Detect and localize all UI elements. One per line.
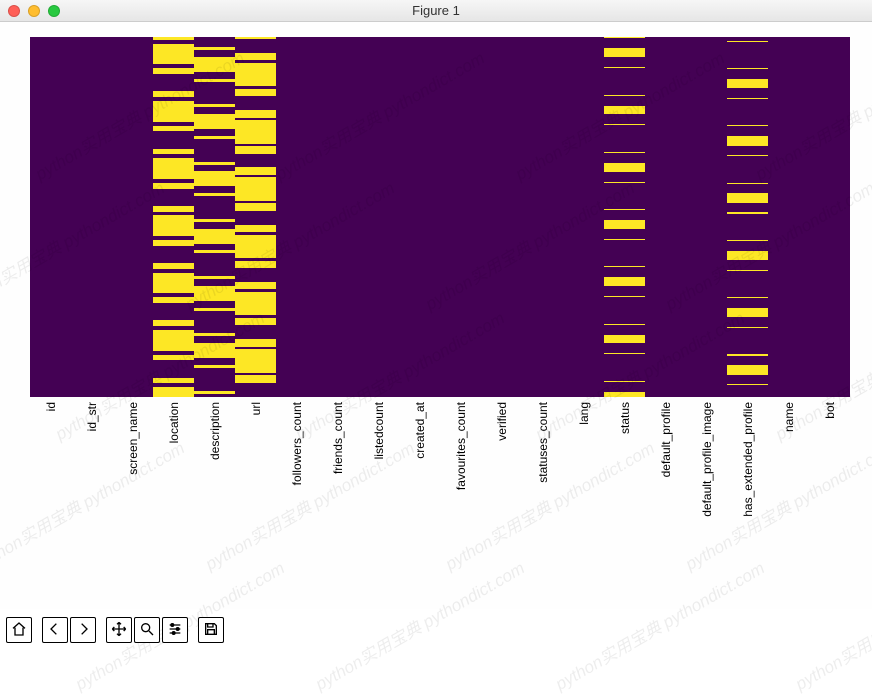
x-tick-label: id_str: [85, 402, 99, 431]
watermark-text: python实用宝典 pythondict.com: [310, 554, 529, 695]
figure-canvas: id id_str screen_name location description ur…: [0, 22, 872, 609]
x-tick-label: has_extended_profile: [741, 402, 755, 517]
x-tick-label: name: [782, 402, 796, 432]
heatmap-plot: [30, 37, 850, 397]
sliders-icon: [167, 621, 183, 640]
zoom-icon: [139, 621, 155, 640]
zoom-button[interactable]: [134, 617, 160, 643]
arrow-left-icon: [47, 621, 63, 640]
x-tick-label: listedcount: [372, 402, 386, 459]
home-button[interactable]: [6, 617, 32, 643]
x-tick-label: followers_count: [290, 402, 304, 485]
save-button[interactable]: [198, 617, 224, 643]
x-tick-label: created_at: [413, 402, 427, 459]
home-icon: [11, 621, 27, 640]
watermark-text: python实用宝典 pythondict.com: [790, 554, 872, 695]
pan-button[interactable]: [106, 617, 132, 643]
x-tick-label: friends_count: [331, 402, 345, 474]
x-tick-label: verified: [495, 402, 509, 441]
traffic-lights: [8, 5, 60, 17]
window-titlebar: Figure 1: [0, 0, 872, 22]
close-button[interactable]: [8, 5, 20, 17]
x-tick-label: statuses_count: [536, 402, 550, 483]
save-icon: [203, 621, 219, 640]
x-tick-label: default_profile_image: [700, 402, 714, 517]
heatmap-row: [30, 396, 850, 397]
x-tick-label: url: [249, 402, 263, 415]
x-tick-label: lang: [577, 402, 591, 425]
x-tick-label: favourites_count: [454, 402, 468, 490]
x-tick-label: default_profile: [659, 402, 673, 477]
x-tick-label: location: [167, 402, 181, 443]
matplotlib-toolbar: [6, 617, 224, 643]
forward-button[interactable]: [70, 617, 96, 643]
back-button[interactable]: [42, 617, 68, 643]
x-tick-labels: id id_str screen_name location description ur…: [30, 402, 850, 552]
maximize-button[interactable]: [48, 5, 60, 17]
watermark-text: python实用宝典 pythondict.com: [550, 554, 769, 695]
x-tick-label: status: [618, 402, 632, 434]
window-title: Figure 1: [0, 3, 872, 18]
x-tick-label: screen_name: [126, 402, 140, 475]
move-icon: [111, 621, 127, 640]
arrow-right-icon: [75, 621, 91, 640]
minimize-button[interactable]: [28, 5, 40, 17]
x-tick-label: description: [208, 402, 222, 460]
configure-button[interactable]: [162, 617, 188, 643]
x-tick-label: bot: [823, 402, 837, 419]
x-tick-label: id: [44, 402, 58, 411]
